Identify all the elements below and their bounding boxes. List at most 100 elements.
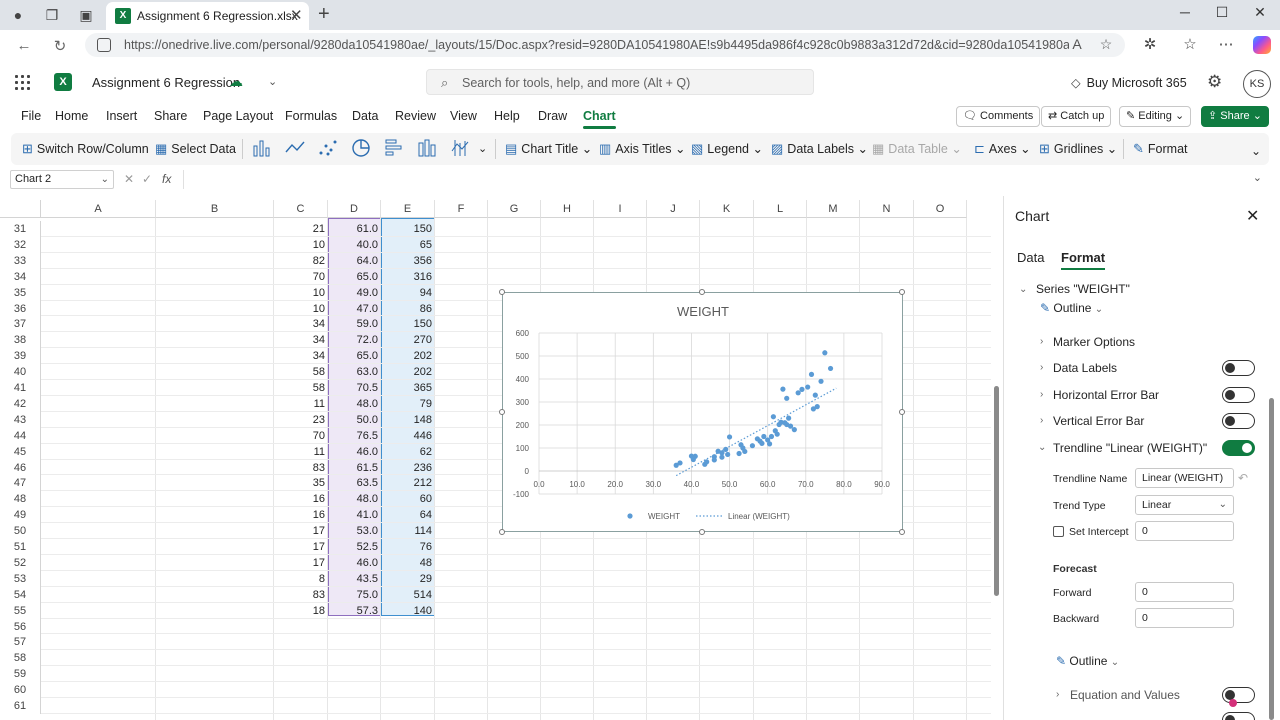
forward-input[interactable]: 0 xyxy=(1135,582,1234,602)
format-button[interactable]: ✎ Format xyxy=(1133,141,1188,157)
row-header[interactable]: 31 xyxy=(0,221,41,237)
cell-e[interactable] xyxy=(381,682,435,698)
site-info-icon[interactable] xyxy=(97,38,111,52)
name-box[interactable]: Chart 2 ⌄ xyxy=(10,170,114,189)
buy-microsoft-365[interactable]: ◇ Buy Microsoft 365 xyxy=(1071,75,1187,90)
cell-d[interactable]: 64.0 xyxy=(328,253,381,269)
gridlines-button[interactable]: ⊞ Gridlines ⌄ xyxy=(1039,141,1117,157)
cell-c[interactable] xyxy=(274,650,328,666)
cell-e[interactable]: 148 xyxy=(381,412,435,428)
cell-e[interactable] xyxy=(381,650,435,666)
column-header[interactable]: N xyxy=(860,200,914,218)
tab-view[interactable]: View xyxy=(450,109,477,123)
row-header[interactable]: 46 xyxy=(0,459,41,476)
data-labels-toggle[interactable] xyxy=(1222,360,1255,376)
cell-d[interactable]: 53.0 xyxy=(328,523,381,539)
cell-d[interactable]: 48.0 xyxy=(328,491,381,507)
column-header[interactable]: J xyxy=(647,200,700,218)
cell-d[interactable]: 76.5 xyxy=(328,428,381,444)
cell-e[interactable]: 29 xyxy=(381,571,435,587)
chart-object[interactable]: WEIGHT 600 500 400 300 200 100 0 -100 0.0 10.0 20.0… xyxy=(502,292,903,532)
catch-up-button[interactable]: ⇄ Catch up xyxy=(1041,106,1112,127)
maximize-icon[interactable]: ☐ xyxy=(1207,4,1237,21)
row-header[interactable]: 58 xyxy=(0,650,41,667)
row-header[interactable]: 38 xyxy=(0,332,41,349)
cell-c[interactable]: 23 xyxy=(274,412,328,428)
row-header[interactable]: 33 xyxy=(0,252,41,269)
resize-handle-top[interactable] xyxy=(699,289,705,295)
data-table-button[interactable]: ▦ Data Table ⌄ xyxy=(872,141,962,157)
horizontal-error-bar-toggle[interactable] xyxy=(1222,387,1255,403)
cell-e[interactable]: 48 xyxy=(381,555,435,571)
trendline-name-input[interactable]: Linear (WEIGHT) xyxy=(1135,468,1234,488)
marker-options-expand-icon[interactable]: › xyxy=(1040,336,1043,347)
switch-row-column-button[interactable]: ⊞ Switch Row/Column xyxy=(22,141,149,157)
vertical-scrollbar[interactable] xyxy=(993,200,1000,720)
row-header[interactable]: 61 xyxy=(0,698,41,714)
cell-d[interactable]: 59.0 xyxy=(328,316,381,332)
cell-d[interactable]: 70.5 xyxy=(328,380,381,396)
expand-formula-bar-icon[interactable]: ⌄ xyxy=(1253,171,1262,184)
row-header[interactable]: 57 xyxy=(0,634,41,651)
backward-input[interactable]: 0 xyxy=(1135,608,1234,628)
area-chart-icon[interactable] xyxy=(416,137,438,159)
select-all-corner[interactable] xyxy=(0,200,41,218)
row-header[interactable]: 44 xyxy=(0,427,41,444)
cell-c[interactable]: 11 xyxy=(274,444,328,460)
pane-tab-data[interactable]: Data xyxy=(1017,250,1044,265)
cell-e[interactable]: 140 xyxy=(381,603,435,619)
close-tab-icon[interactable]: ✕ xyxy=(290,6,303,24)
cell-e[interactable]: 60 xyxy=(381,491,435,507)
cell-e[interactable]: 94 xyxy=(381,285,435,301)
line-chart-icon[interactable] xyxy=(284,137,306,159)
column-chart-icon[interactable] xyxy=(251,137,273,159)
row-header[interactable]: 59 xyxy=(0,666,41,683)
row-header[interactable]: 40 xyxy=(0,364,41,381)
tab-formulas[interactable]: Formulas xyxy=(285,109,337,123)
app-launcher-icon[interactable] xyxy=(14,74,30,90)
vertical-error-bar-section[interactable]: Vertical Error Bar xyxy=(1053,414,1144,428)
vertical-error-bar-expand-icon[interactable]: › xyxy=(1040,415,1043,426)
cell-e[interactable]: 356 xyxy=(381,253,435,269)
column-header[interactable]: G xyxy=(488,200,541,218)
tab-insert[interactable]: Insert xyxy=(106,109,137,123)
row-header[interactable]: 53 xyxy=(0,570,41,587)
resize-handle-tr[interactable] xyxy=(899,289,905,295)
trendline-collapse-icon[interactable]: ⌄ xyxy=(1038,442,1046,453)
horizontal-error-bar-expand-icon[interactable]: › xyxy=(1040,389,1043,400)
cell-d[interactable]: 63.5 xyxy=(328,475,381,491)
tab-page-layout[interactable]: Page Layout xyxy=(203,109,273,123)
column-header[interactable]: O xyxy=(914,200,967,218)
cell-d[interactable] xyxy=(328,619,381,635)
cell-c[interactable]: 16 xyxy=(274,491,328,507)
favorite-star-icon[interactable]: ☆ xyxy=(1097,36,1115,53)
data-labels-button[interactable]: ▨ Data Labels ⌄ xyxy=(771,141,868,157)
cell-e[interactable]: 236 xyxy=(381,460,435,476)
set-intercept-input[interactable]: 0 xyxy=(1135,521,1234,541)
cell-d[interactable]: 65.0 xyxy=(328,348,381,364)
cell-c[interactable]: 83 xyxy=(274,460,328,476)
cell-d[interactable] xyxy=(328,682,381,698)
cell-d[interactable]: 46.0 xyxy=(328,444,381,460)
cell-c[interactable]: 18 xyxy=(274,603,328,619)
pane-scrollbar[interactable] xyxy=(1269,398,1274,720)
series-collapse-icon[interactable]: ⌄ xyxy=(1019,284,1027,295)
cell-c[interactable]: 34 xyxy=(274,316,328,332)
cell-c[interactable]: 83 xyxy=(274,587,328,603)
column-header[interactable]: H xyxy=(541,200,594,218)
insert-function-icon[interactable]: fx xyxy=(162,172,171,186)
tab-share[interactable]: Share xyxy=(154,109,187,123)
cell-d[interactable]: 43.5 xyxy=(328,571,381,587)
series-outline-button[interactable]: ✎ Outline ⌄ xyxy=(1040,301,1103,315)
cell-d[interactable]: 61.0 xyxy=(328,221,381,237)
search-box[interactable]: ⌕ Search for tools, help, and more (Alt … xyxy=(426,69,814,95)
cell-c[interactable] xyxy=(274,619,328,635)
cell-e[interactable]: 150 xyxy=(381,221,435,237)
column-header[interactable]: A xyxy=(41,200,156,218)
cancel-icon[interactable]: ✕ xyxy=(124,172,134,186)
cell-e[interactable]: 79 xyxy=(381,396,435,412)
cell-e[interactable]: 150 xyxy=(381,316,435,332)
resize-handle-left[interactable] xyxy=(499,409,505,415)
close-window-icon[interactable]: ✕ xyxy=(1245,4,1275,21)
tab-chart[interactable]: Chart xyxy=(583,109,616,129)
